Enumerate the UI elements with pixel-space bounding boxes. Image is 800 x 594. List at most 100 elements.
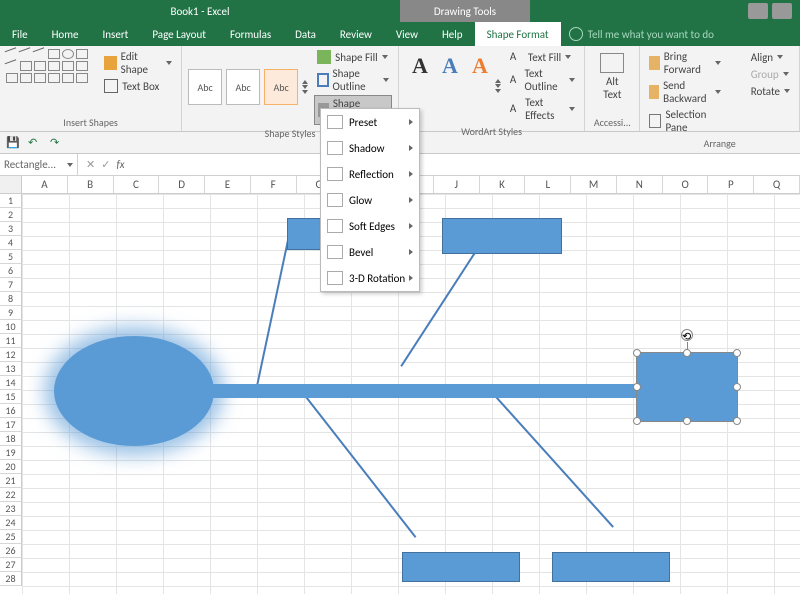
tell-me-search[interactable]: Tell me what you want to do — [588, 28, 714, 41]
resize-handle[interactable] — [683, 417, 691, 425]
column-header[interactable]: F — [251, 176, 297, 193]
resize-handle[interactable] — [633, 349, 641, 357]
row-header[interactable]: 13 — [0, 362, 22, 376]
tab-data[interactable]: Data — [283, 22, 328, 46]
menu-item-reflection[interactable]: Reflection — [321, 161, 419, 187]
column-header[interactable]: L — [525, 176, 571, 193]
ellipse-shape[interactable] — [54, 336, 214, 446]
resize-handle[interactable] — [683, 349, 691, 357]
row-header[interactable]: 23 — [0, 502, 22, 516]
menu-item-shadow[interactable]: Shadow — [321, 135, 419, 161]
resize-handle[interactable] — [633, 383, 641, 391]
bring-forward-button[interactable]: Bring Forward — [646, 49, 723, 77]
column-header[interactable]: B — [68, 176, 114, 193]
row-header[interactable]: 22 — [0, 488, 22, 502]
row-header[interactable]: 4 — [0, 236, 22, 250]
column-header[interactable]: K — [480, 176, 526, 193]
column-header[interactable]: D — [159, 176, 205, 193]
row-header[interactable]: 25 — [0, 530, 22, 544]
column-header[interactable]: E — [205, 176, 251, 193]
name-box[interactable]: Rectangle... — [0, 154, 78, 175]
alt-text-button[interactable]: Alt Text — [591, 49, 633, 101]
row-header[interactable]: 3 — [0, 222, 22, 236]
row-headers[interactable]: 1234567891011121314151617181920212223242… — [0, 194, 22, 586]
row-header[interactable]: 11 — [0, 334, 22, 348]
row-header[interactable]: 2 — [0, 208, 22, 222]
menu-item-glow[interactable]: Glow — [321, 187, 419, 213]
connector-line[interactable] — [492, 393, 614, 528]
tab-home[interactable]: Home — [40, 22, 91, 46]
row-header[interactable]: 20 — [0, 460, 22, 474]
row-header[interactable]: 26 — [0, 544, 22, 558]
column-header[interactable]: O — [663, 176, 709, 193]
wordart-preset[interactable]: A — [465, 49, 495, 83]
row-header[interactable]: 24 — [0, 516, 22, 530]
column-header[interactable]: M — [571, 176, 617, 193]
rotate-button[interactable]: Rotate — [730, 83, 793, 99]
align-button[interactable]: Align — [730, 49, 793, 65]
row-header[interactable]: 21 — [0, 474, 22, 488]
row-header[interactable]: 5 — [0, 250, 22, 264]
tab-review[interactable]: Review — [328, 22, 384, 46]
row-header[interactable]: 14 — [0, 376, 22, 390]
resize-handle[interactable] — [633, 417, 641, 425]
row-header[interactable]: 1 — [0, 194, 22, 208]
text-outline-button[interactable]: AText Outline — [507, 66, 578, 94]
style-preset[interactable]: Abc — [264, 69, 298, 105]
rotation-handle[interactable]: ⟲ — [681, 329, 693, 341]
tab-help[interactable]: Help — [430, 22, 475, 46]
row-header[interactable]: 10 — [0, 320, 22, 334]
tab-view[interactable]: View — [384, 22, 430, 46]
selection-pane-button[interactable]: Selection Pane — [646, 107, 723, 135]
text-effects-button[interactable]: AText Effects — [507, 95, 578, 123]
cancel-icon[interactable]: ✕ — [86, 158, 95, 171]
rectangle-shape[interactable] — [442, 218, 562, 254]
menu-item-drotation[interactable]: 3-D Rotation — [321, 265, 419, 291]
row-header[interactable]: 28 — [0, 572, 22, 586]
style-preset[interactable]: Abc — [188, 69, 222, 105]
spine-rectangle[interactable] — [212, 384, 637, 398]
column-header[interactable]: C — [114, 176, 160, 193]
user-avatar[interactable] — [748, 3, 768, 19]
group-button[interactable]: Group — [730, 66, 793, 82]
text-box-button[interactable]: Text Box — [101, 78, 175, 94]
row-header[interactable]: 16 — [0, 404, 22, 418]
send-backward-button[interactable]: Send Backward — [646, 78, 723, 106]
row-header[interactable]: 15 — [0, 390, 22, 404]
connector-line[interactable] — [256, 226, 292, 388]
column-header[interactable]: N — [617, 176, 663, 193]
style-gallery[interactable]: Abc Abc Abc — [188, 49, 308, 125]
column-header[interactable]: P — [708, 176, 754, 193]
row-header[interactable]: 17 — [0, 418, 22, 432]
tab-shape-format[interactable]: Shape Format — [475, 22, 561, 46]
redo-icon[interactable]: ↷ — [50, 136, 64, 150]
shape-fill-button[interactable]: Shape Fill — [314, 49, 392, 65]
resize-handle[interactable] — [733, 383, 741, 391]
row-header[interactable]: 7 — [0, 278, 22, 292]
tab-page-layout[interactable]: Page Layout — [140, 22, 218, 46]
row-header[interactable]: 9 — [0, 306, 22, 320]
tab-file[interactable]: File — [0, 22, 40, 46]
row-header[interactable]: 8 — [0, 292, 22, 306]
resize-handle[interactable] — [733, 349, 741, 357]
shape-outline-button[interactable]: Shape Outline — [314, 66, 392, 94]
menu-item-preset[interactable]: Preset — [321, 109, 419, 135]
wordart-preset[interactable]: A — [435, 49, 465, 83]
menu-item-softedges[interactable]: Soft Edges — [321, 213, 419, 239]
edit-shape-button[interactable]: Edit Shape — [101, 49, 175, 77]
shapes-gallery[interactable] — [6, 49, 95, 114]
wordart-preset[interactable]: A — [405, 49, 435, 83]
undo-icon[interactable]: ↶ — [28, 136, 42, 150]
user-avatar[interactable] — [772, 3, 792, 19]
select-all-corner[interactable] — [0, 176, 22, 194]
column-header[interactable]: Q — [754, 176, 800, 193]
connector-line[interactable] — [304, 395, 416, 538]
row-header[interactable]: 12 — [0, 348, 22, 362]
menu-item-bevel[interactable]: Bevel — [321, 239, 419, 265]
selected-rectangle[interactable]: ⟲ — [636, 352, 738, 422]
row-header[interactable]: 19 — [0, 446, 22, 460]
resize-handle[interactable] — [733, 417, 741, 425]
style-preset[interactable]: Abc — [226, 69, 260, 105]
row-header[interactable]: 27 — [0, 558, 22, 572]
row-header[interactable]: 18 — [0, 432, 22, 446]
